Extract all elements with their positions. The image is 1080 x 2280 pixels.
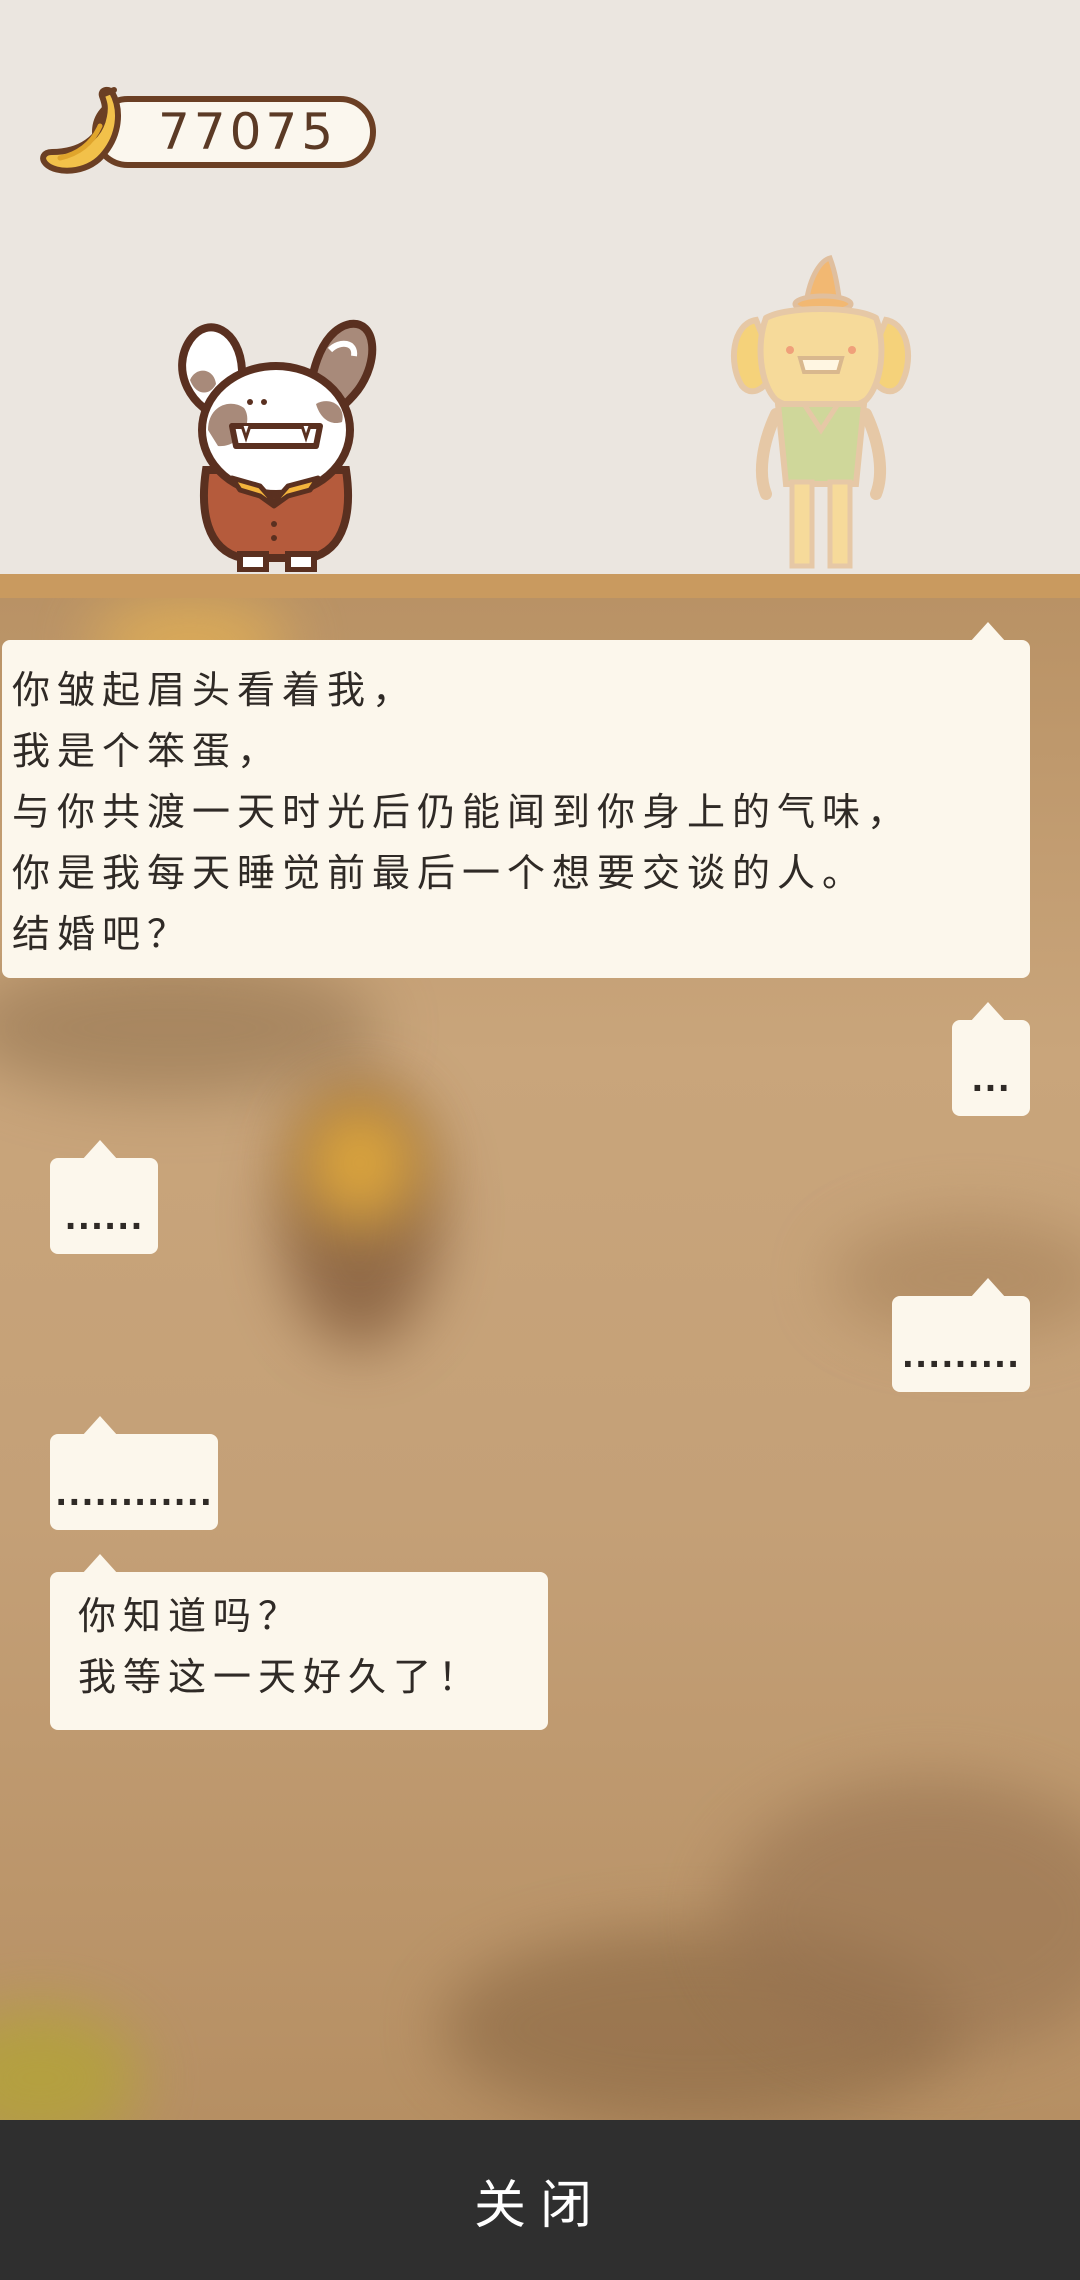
chat-bubble-ellipsis: ... xyxy=(952,1002,1030,1116)
chat-bubble-reply: 你知道吗？ 我等这一天好久了！ xyxy=(50,1554,548,1730)
rabbit-character xyxy=(178,319,377,572)
dog-character xyxy=(730,255,912,569)
chat-bubble-ellipsis: ............ xyxy=(50,1416,218,1530)
chat-line: 你是我每天睡觉前最后一个想要交谈的人。 xyxy=(12,851,868,895)
chat-line: 你知道吗？ xyxy=(78,1594,304,1638)
chat-line: 我等这一天好久了！ xyxy=(78,1655,484,1699)
chat-bubble-proposal: 你皱起眉头看着我， 我是个笨蛋， 与你共渡一天时光后仍能闻到你身上的气味， 你是… xyxy=(2,622,1030,978)
chat-text: ......... xyxy=(901,1337,1021,1375)
chat-bubble-ellipsis: ...... xyxy=(50,1140,158,1254)
bg-blob xyxy=(300,1098,420,1228)
close-button-label: 关闭 xyxy=(473,2175,606,2236)
bg-blob xyxy=(0,2008,140,2120)
close-button[interactable]: 关闭 xyxy=(0,2120,1080,2280)
scene-floor xyxy=(0,574,1080,598)
bg-blob xyxy=(0,958,380,1098)
banana-count: 77075 xyxy=(158,103,338,161)
chat-text: ............ xyxy=(55,1475,213,1513)
chat-line: 我是个笨蛋， xyxy=(12,729,283,773)
banana-icon xyxy=(40,86,121,174)
game-scene: 77075 xyxy=(0,0,1080,574)
chat-line: 结婚吧？ xyxy=(12,912,193,956)
banana-currency-counter: 77075 xyxy=(30,86,378,176)
chat-line: 你皱起眉头看着我， xyxy=(12,668,418,712)
chat-text: ... xyxy=(971,1061,1011,1099)
chat-text: ...... xyxy=(64,1199,144,1237)
chat-line: 与你共渡一天时光后仍能闻到你身上的气味， xyxy=(12,790,913,834)
chat-bubble-ellipsis: ......... xyxy=(892,1278,1030,1392)
